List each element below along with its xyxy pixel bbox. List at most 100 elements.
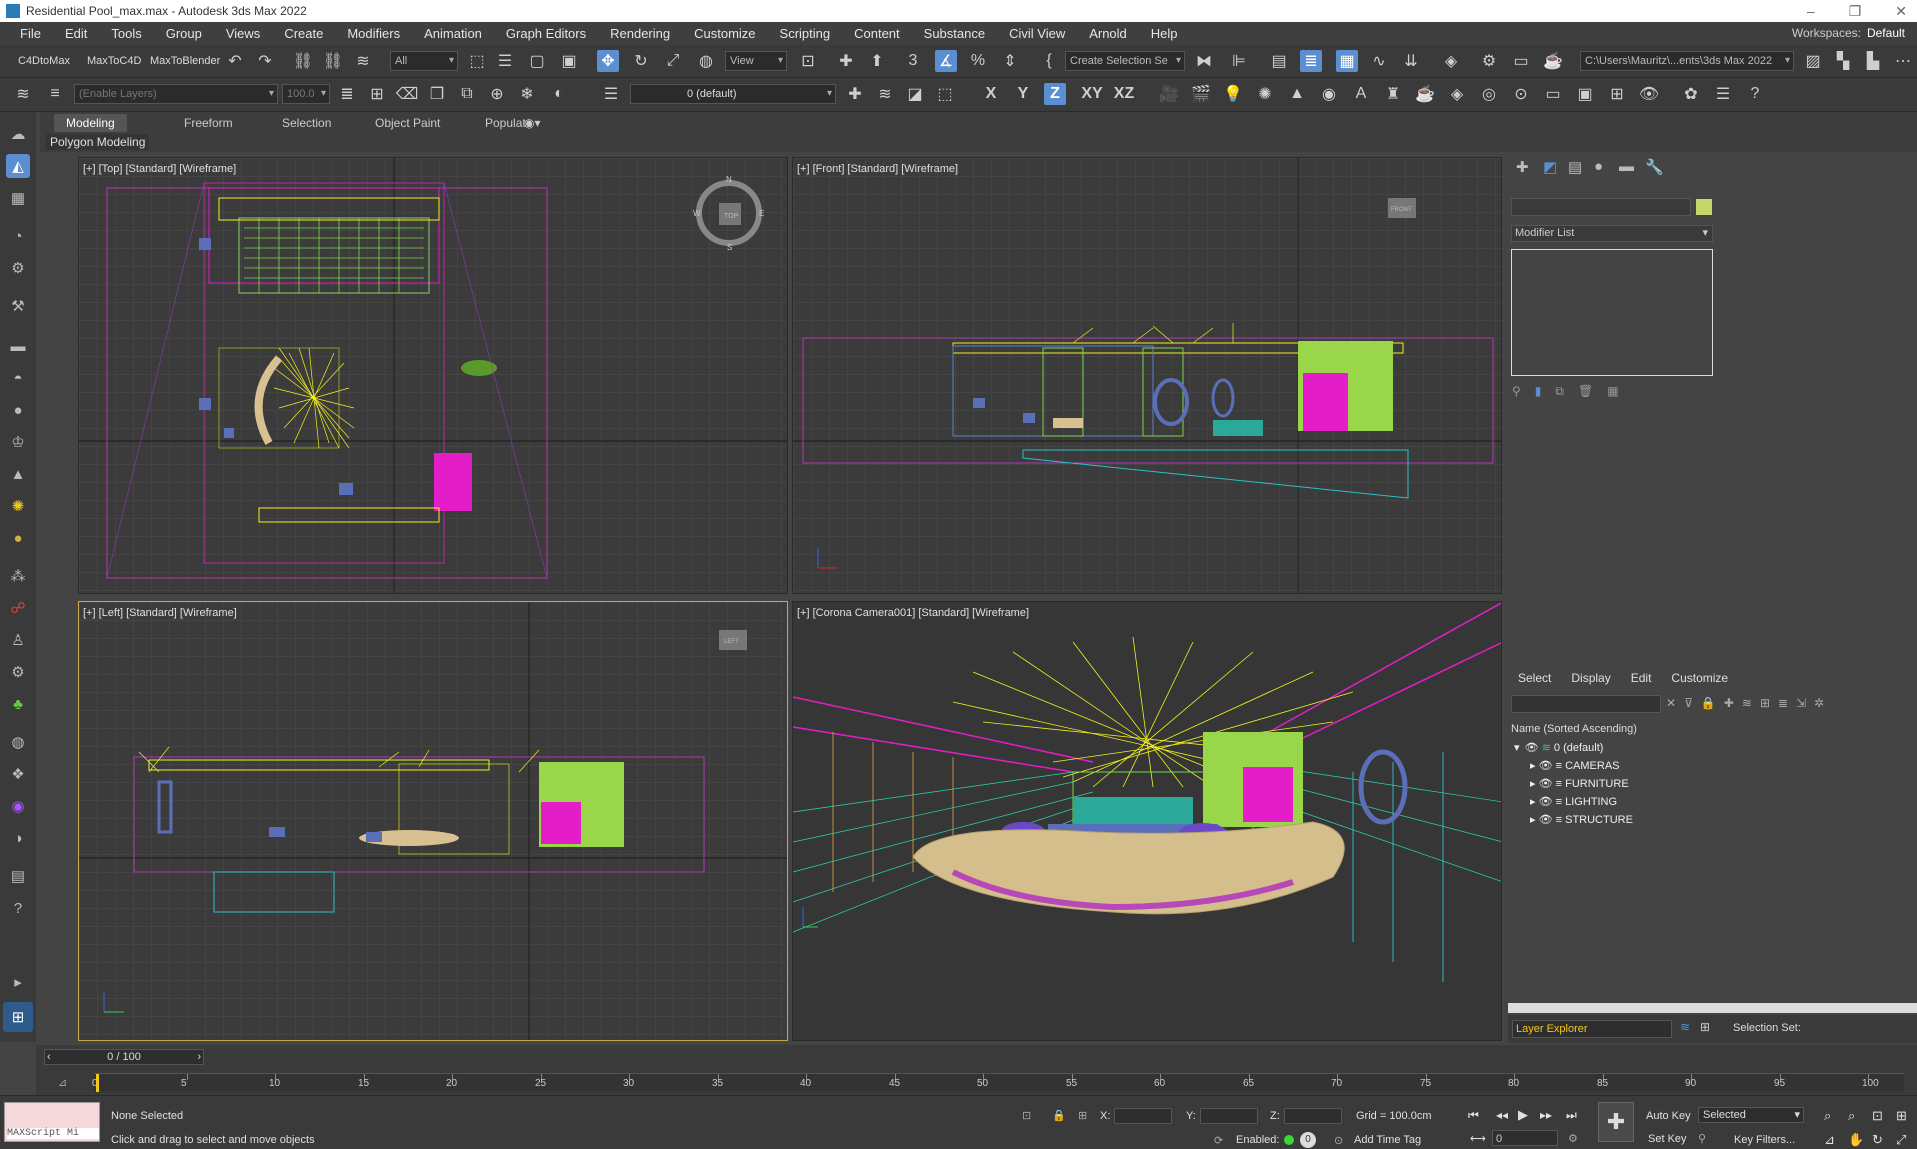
menu-substance[interactable]: Substance [912,22,997,45]
render-icon[interactable]: ◉ [1318,83,1340,105]
configure-sets-icon[interactable]: ▦ [1607,384,1618,399]
keyboard-shortcut-icon[interactable]: ⬆ [866,50,888,72]
enable-layers-dropdown[interactable]: (Enable Layers) [74,84,278,104]
select-children-icon[interactable]: ⇲ [1796,696,1806,710]
x-coordinate-field[interactable] [1114,1108,1172,1124]
scene-explorer-toggle-icon[interactable]: ⊞ [1700,1020,1710,1034]
gold-sphere-icon[interactable]: ● [6,526,30,550]
key-mode-toggle-icon[interactable]: ⟷ [1470,1132,1486,1145]
menu-help[interactable]: Help [1139,22,1190,45]
toggle-layer-explorer-icon[interactable]: ≣ [1300,50,1322,72]
pan-icon[interactable]: ✋ [1848,1132,1864,1148]
maxtoc4d-button[interactable]: MaxToC4D [87,45,141,78]
menu-customize[interactable]: Customize [682,22,767,45]
lock-icon[interactable]: 🔒 [1701,696,1716,710]
visibility-eye-icon[interactable]: 👁 [1539,796,1553,808]
new-layer-icon[interactable]: ⊕ [486,83,508,105]
layer-row-structure[interactable]: ▸ 👁 ≡ STRUCTURE [1508,812,1917,829]
explorer-menu-edit[interactable]: Edit [1621,671,1662,685]
expand-icon[interactable]: ▸ [1530,814,1536,826]
plane-icon[interactable]: ▬ [6,334,30,358]
layer-manager-icon[interactable]: ≡ [44,83,66,105]
current-layer-dropdown[interactable]: 0 (default) [630,84,836,104]
modify-tab-icon[interactable]: ◩ [1543,158,1557,176]
region-render-icon[interactable]: ▣ [1574,83,1596,105]
go-to-end-icon[interactable]: ⏭ [1566,1108,1577,1123]
teapot-icon[interactable]: ☕ [1414,83,1436,105]
prev-frame-icon[interactable]: ‹ [47,1050,51,1064]
remove-modifier-icon[interactable]: 🗑 [1578,384,1593,399]
zero-badge[interactable]: 0 [1300,1132,1316,1148]
pin-stack-icon[interactable]: ⚲ [1512,384,1521,399]
menu-graph-editors[interactable]: Graph Editors [494,22,598,45]
snaps-toggle-icon[interactable]: 3 [902,50,924,72]
menu-views[interactable]: Views [214,22,272,45]
visibility-eye-icon[interactable]: 👁 [1539,778,1553,790]
delete-layer-icon[interactable]: ⌫ [396,83,419,105]
render-tool-icon[interactable]: ◉ [6,794,30,818]
manipulate-icon[interactable]: ✚ [835,50,857,72]
rendered-frame-window-icon[interactable]: ▭ [1510,50,1532,72]
expand-icon[interactable]: ▸ [1530,796,1536,808]
view-cube-left[interactable]: LEFT [724,639,739,645]
reference-coordinate-dropdown[interactable]: View [725,51,787,71]
object-color-swatch[interactable] [1696,199,1712,215]
layer-row-cameras[interactable]: ▸ 👁 ≡ CAMERAS [1508,758,1917,775]
viewport-front[interactable]: [+] [Front] [Standard] [Wireframe] FRONT [792,157,1502,594]
dome-icon[interactable]: ◓ [6,366,30,390]
hierarchy-tab-icon[interactable]: ▤ [1568,158,1582,176]
sky-icon[interactable]: ♜ [1382,83,1404,105]
tab-freeform[interactable]: Freeform [172,114,245,132]
curve-editor-icon[interactable]: ∿ [1368,50,1390,72]
filter-icon[interactable]: ⊽ [1684,696,1693,710]
modifier-list-dropdown[interactable]: Modifier List ▾ [1511,225,1713,242]
maxscript-label[interactable]: MAXScript Mi [7,1128,99,1139]
sun-light-icon[interactable]: ✺ [1254,83,1276,105]
zoom-extents-all-icon[interactable]: ⊞ [1896,1108,1907,1124]
select-tool-icon[interactable]: ☁ [6,122,30,146]
explorer-menu-display[interactable]: Display [1561,671,1620,685]
constrain-xy-button[interactable]: XY [1078,83,1106,105]
add-time-tag[interactable]: Add Time Tag [1354,1134,1421,1146]
visibility-eye-icon[interactable]: 👁 [1525,742,1539,754]
spotlight-icon[interactable]: ▲ [1286,83,1308,105]
menu-file[interactable]: File [8,22,53,45]
create-tab-icon[interactable]: ✚ [1516,158,1529,176]
object-name-field[interactable] [1511,198,1691,216]
more-tools-icon[interactable]: ⋯ [1892,50,1914,72]
light-bulb-icon[interactable]: 💡 [1222,83,1244,105]
viewport-layout-icon[interactable]: ▚ [1832,50,1854,72]
key-filters-button[interactable]: Key Filters... [1734,1134,1795,1146]
layer-row-furniture[interactable]: ▸ 👁 ≡ FURNITURE [1508,776,1917,793]
tab-object-paint[interactable]: Object Paint [363,114,452,132]
curve-toggle-icon[interactable]: ⊿ [58,1076,67,1089]
select-and-scale-icon[interactable]: ⤢ [662,50,684,72]
biped-icon[interactable]: ♙ [6,628,30,652]
z-coordinate-field[interactable] [1284,1108,1342,1124]
select-and-rotate-icon[interactable]: ↻ [630,50,652,72]
menu-scripting[interactable]: Scripting [768,22,843,45]
gear-icon[interactable]: ⚙ [6,660,30,684]
globe-icon[interactable]: ◍ [6,730,30,754]
grid-icon[interactable]: ⊞ [1606,83,1628,105]
sunlight-icon[interactable]: ✺ [6,494,30,518]
selection-region-icon[interactable]: ▢ [526,50,548,72]
scatter-icon[interactable]: ✿ [1680,83,1702,105]
layers-icon[interactable]: ≋ [12,83,34,105]
key-icon[interactable]: ⚲ [1698,1132,1706,1145]
c4dtomax-button[interactable]: C4DtoMax [18,45,70,78]
cone-icon[interactable]: ▲ [6,462,30,486]
utilities-tab-icon[interactable]: 🔧 [1645,158,1664,176]
layer-add-selection-icon[interactable]: ≋ [874,83,896,105]
mirror-icon[interactable]: ⧓ [1193,50,1215,72]
make-unique-icon[interactable]: ⧉ [1555,384,1564,399]
motion-tab-icon[interactable]: ● [1594,158,1603,175]
render-element-icon[interactable]: ◎ [1478,83,1500,105]
hierarchy-icon[interactable]: ◔ [6,224,30,248]
explorer-scrollbar[interactable] [1508,1003,1917,1013]
undo-icon[interactable]: ↶ [224,50,246,72]
auto-key-button[interactable]: Auto Key [1646,1110,1691,1122]
sphere-icon[interactable]: ● [6,398,30,422]
menu-rendering[interactable]: Rendering [598,22,682,45]
ribbon-panel-polygon-modeling[interactable]: Polygon Modeling [46,134,150,150]
